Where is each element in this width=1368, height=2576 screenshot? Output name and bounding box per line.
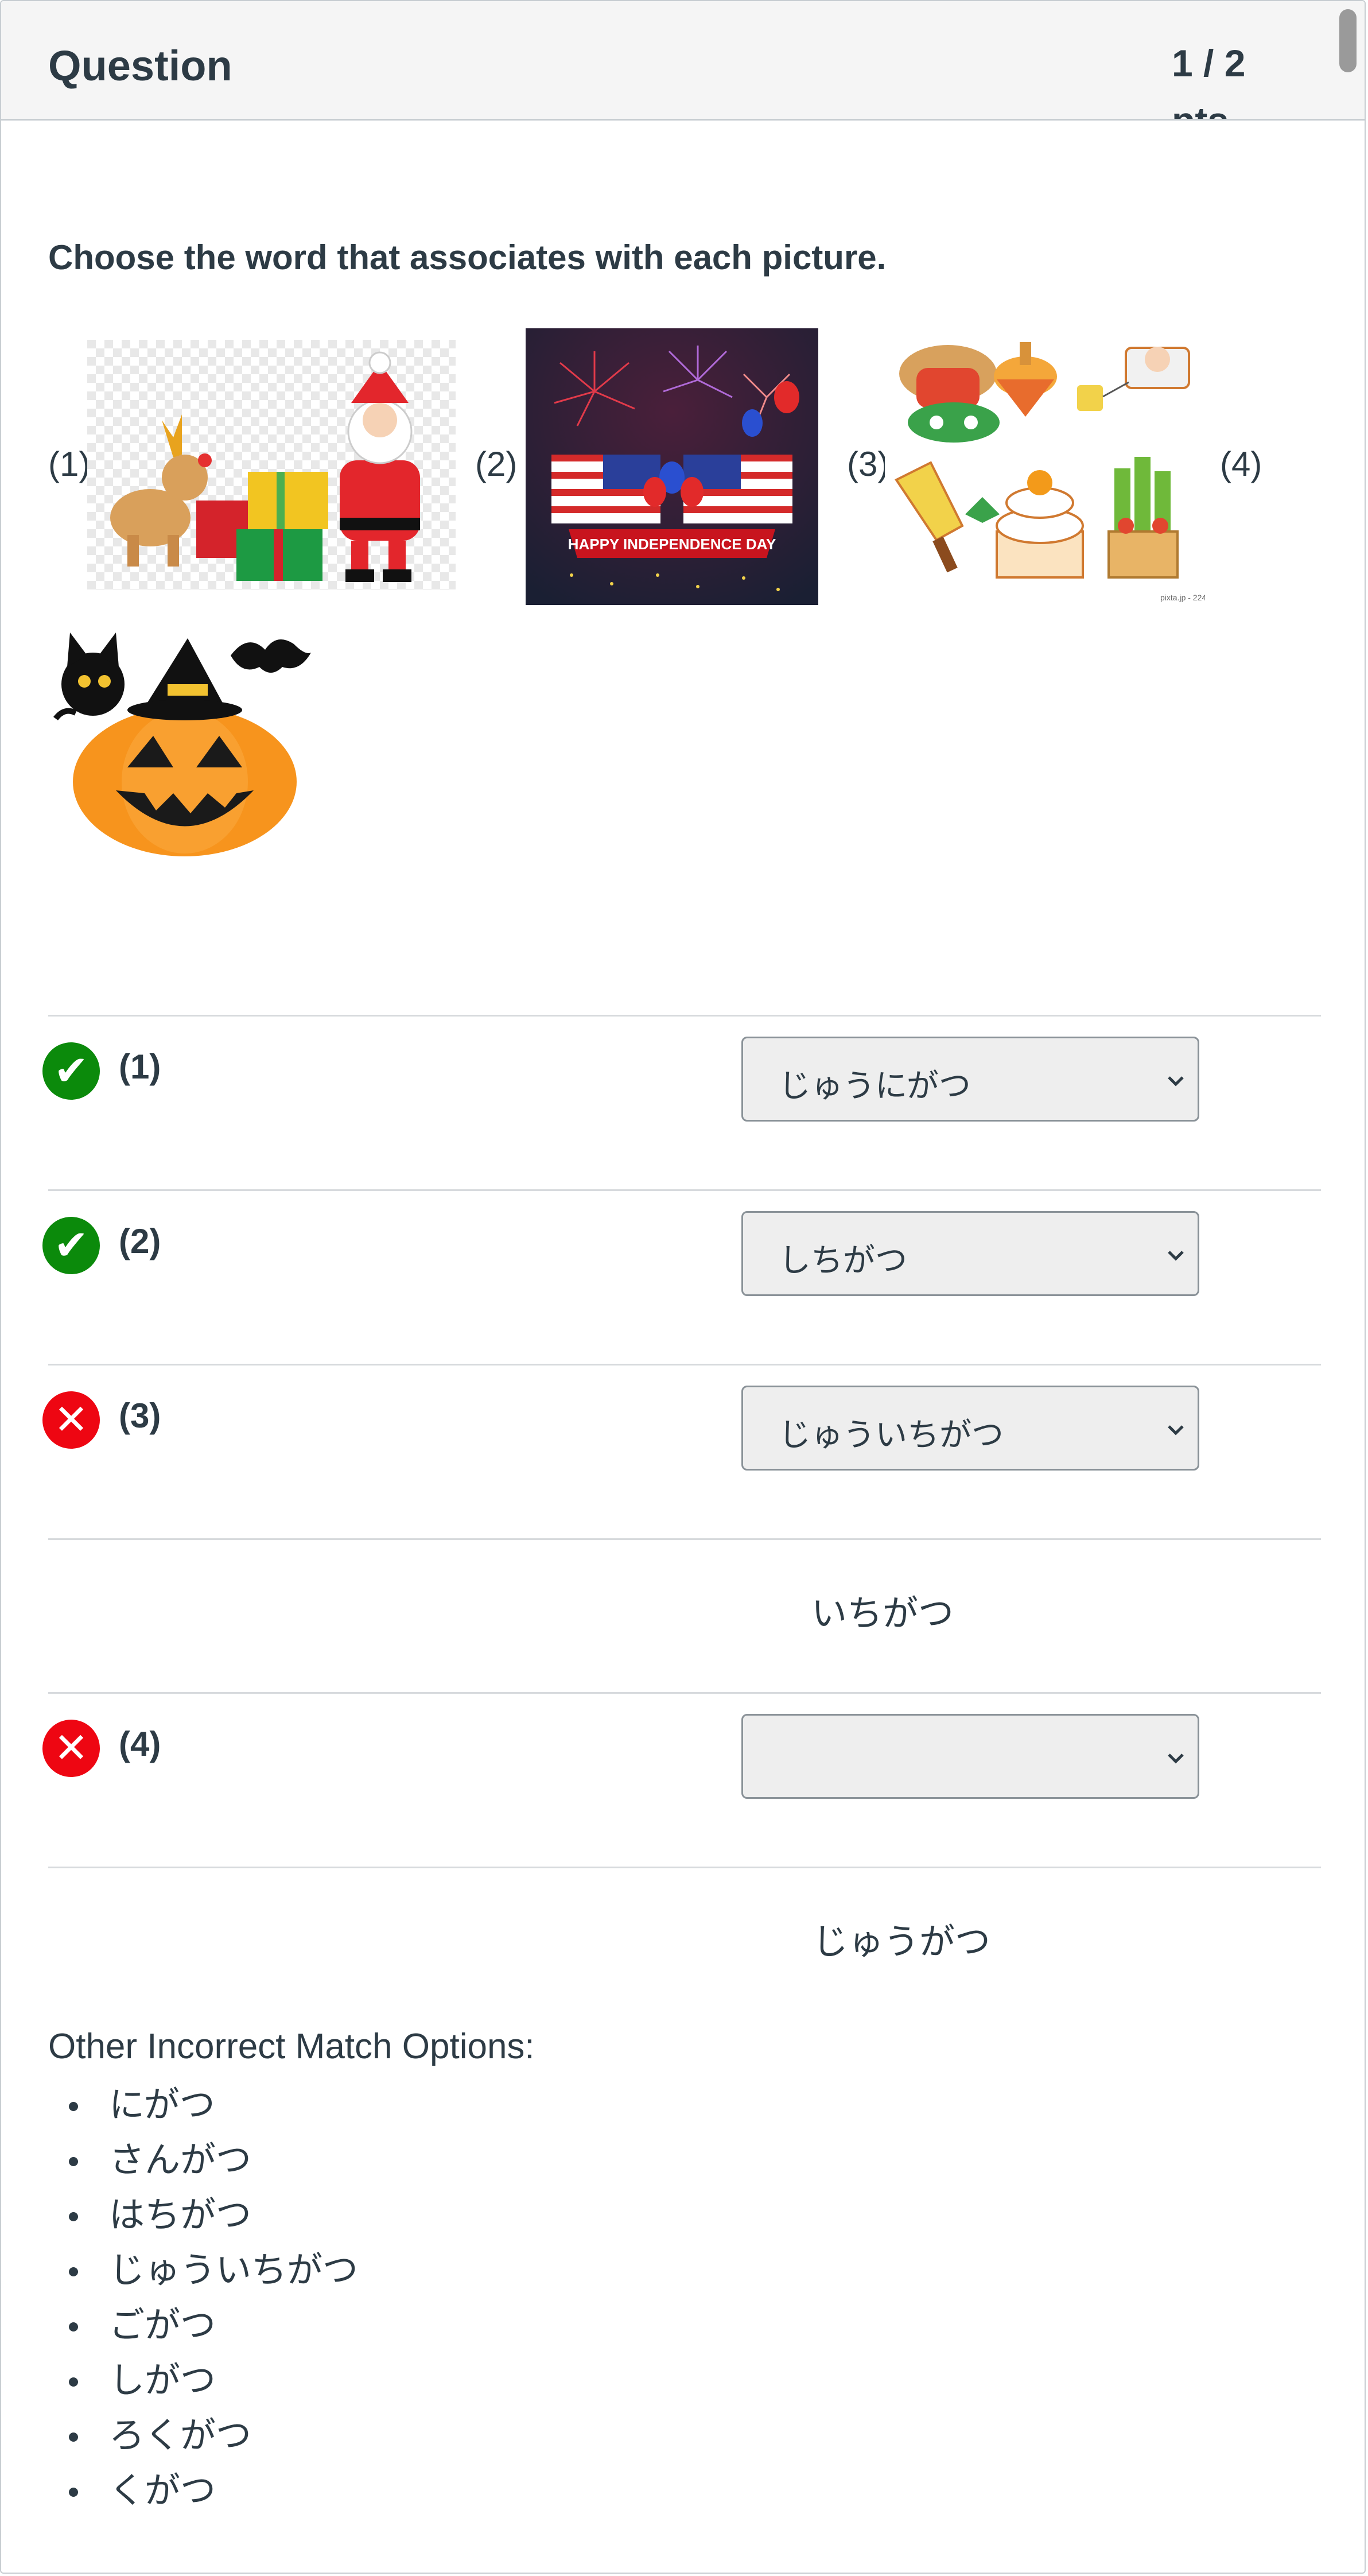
chevron-down-icon	[1168, 1076, 1184, 1087]
question-header: Question 1 / 2 pts	[1, 1, 1365, 121]
row-divider	[48, 1867, 1321, 1868]
independence-day-picture: HAPPY INDEPENDENCE DAY	[526, 328, 818, 605]
answer-select-4[interactable]	[741, 1714, 1199, 1799]
correct-check-icon: ✔	[42, 1217, 100, 1274]
picture-label-1: (1)	[48, 445, 91, 483]
other-options-list: にがつ さんがつ はちがつ じゅういちがつ ごがつ しがつ ろくがつ くがつ	[48, 2078, 358, 2519]
correct-answer-3: いちがつ	[811, 1594, 954, 1634]
answer-select-3[interactable]: じゅういちがつ	[741, 1386, 1199, 1471]
answer-select-2-value: しちがつ	[779, 1242, 907, 1278]
picture-label-3: (3)	[847, 445, 889, 483]
scrollbar-thumb[interactable]	[1339, 9, 1357, 72]
other-options-title: Other Incorrect Match Options:	[48, 2027, 535, 2066]
row-divider	[48, 1692, 1321, 1694]
picture-label-4: (4)	[1220, 445, 1262, 483]
question-prompt: Choose the word that associates with eac…	[48, 238, 887, 277]
answer-select-1[interactable]: じゅうにがつ	[741, 1037, 1199, 1122]
list-item: ごがつ	[48, 2298, 358, 2353]
banner-text: HAPPY INDEPENDENCE DAY	[568, 536, 776, 553]
row-divider	[48, 1189, 1321, 1191]
chevron-down-icon	[1168, 1753, 1184, 1764]
list-item: さんがつ	[48, 2133, 358, 2188]
halloween-picture	[53, 633, 311, 856]
list-item: じゅういちがつ	[48, 2243, 358, 2298]
chevron-down-icon	[1168, 1251, 1184, 1261]
list-item: にがつ	[48, 2078, 358, 2133]
answer-select-2[interactable]: しちがつ	[741, 1211, 1199, 1296]
question-points: 1 / 2 pts	[1172, 42, 1246, 121]
answer-label-3: (3)	[119, 1396, 161, 1435]
row-divider	[48, 1015, 1321, 1017]
correct-check-icon: ✔	[42, 1042, 100, 1100]
list-item: ろくがつ	[48, 2408, 358, 2464]
list-item: はちがつ	[48, 2188, 358, 2243]
picture-label-2: (2)	[475, 445, 518, 483]
incorrect-x-icon: ✕	[42, 1391, 100, 1449]
answer-label-2: (2)	[119, 1222, 161, 1260]
quiz-question-panel: Question 1 / 2 pts Choose the word that …	[0, 0, 1366, 2574]
list-item: しがつ	[48, 2353, 358, 2408]
answer-select-3-value: じゅういちがつ	[779, 1417, 1004, 1453]
answer-label-1: (1)	[119, 1048, 161, 1086]
svg-text:pixta.jp - 22467723: pixta.jp - 22467723	[1160, 593, 1205, 602]
list-item: くがつ	[48, 2464, 358, 2519]
question-title: Question	[48, 42, 232, 90]
row-divider	[48, 1364, 1321, 1365]
answer-select-1-value: じゅうにがつ	[779, 1068, 971, 1104]
christmas-picture	[87, 340, 456, 590]
correct-answer-4: じゅうがつ	[813, 1922, 991, 1962]
answer-label-4: (4)	[119, 1725, 161, 1763]
row-divider	[48, 1538, 1321, 1540]
incorrect-x-icon: ✕	[42, 1720, 100, 1777]
chevron-down-icon	[1168, 1425, 1184, 1436]
new-year-picture: pixta.jp - 22467723	[885, 325, 1205, 608]
